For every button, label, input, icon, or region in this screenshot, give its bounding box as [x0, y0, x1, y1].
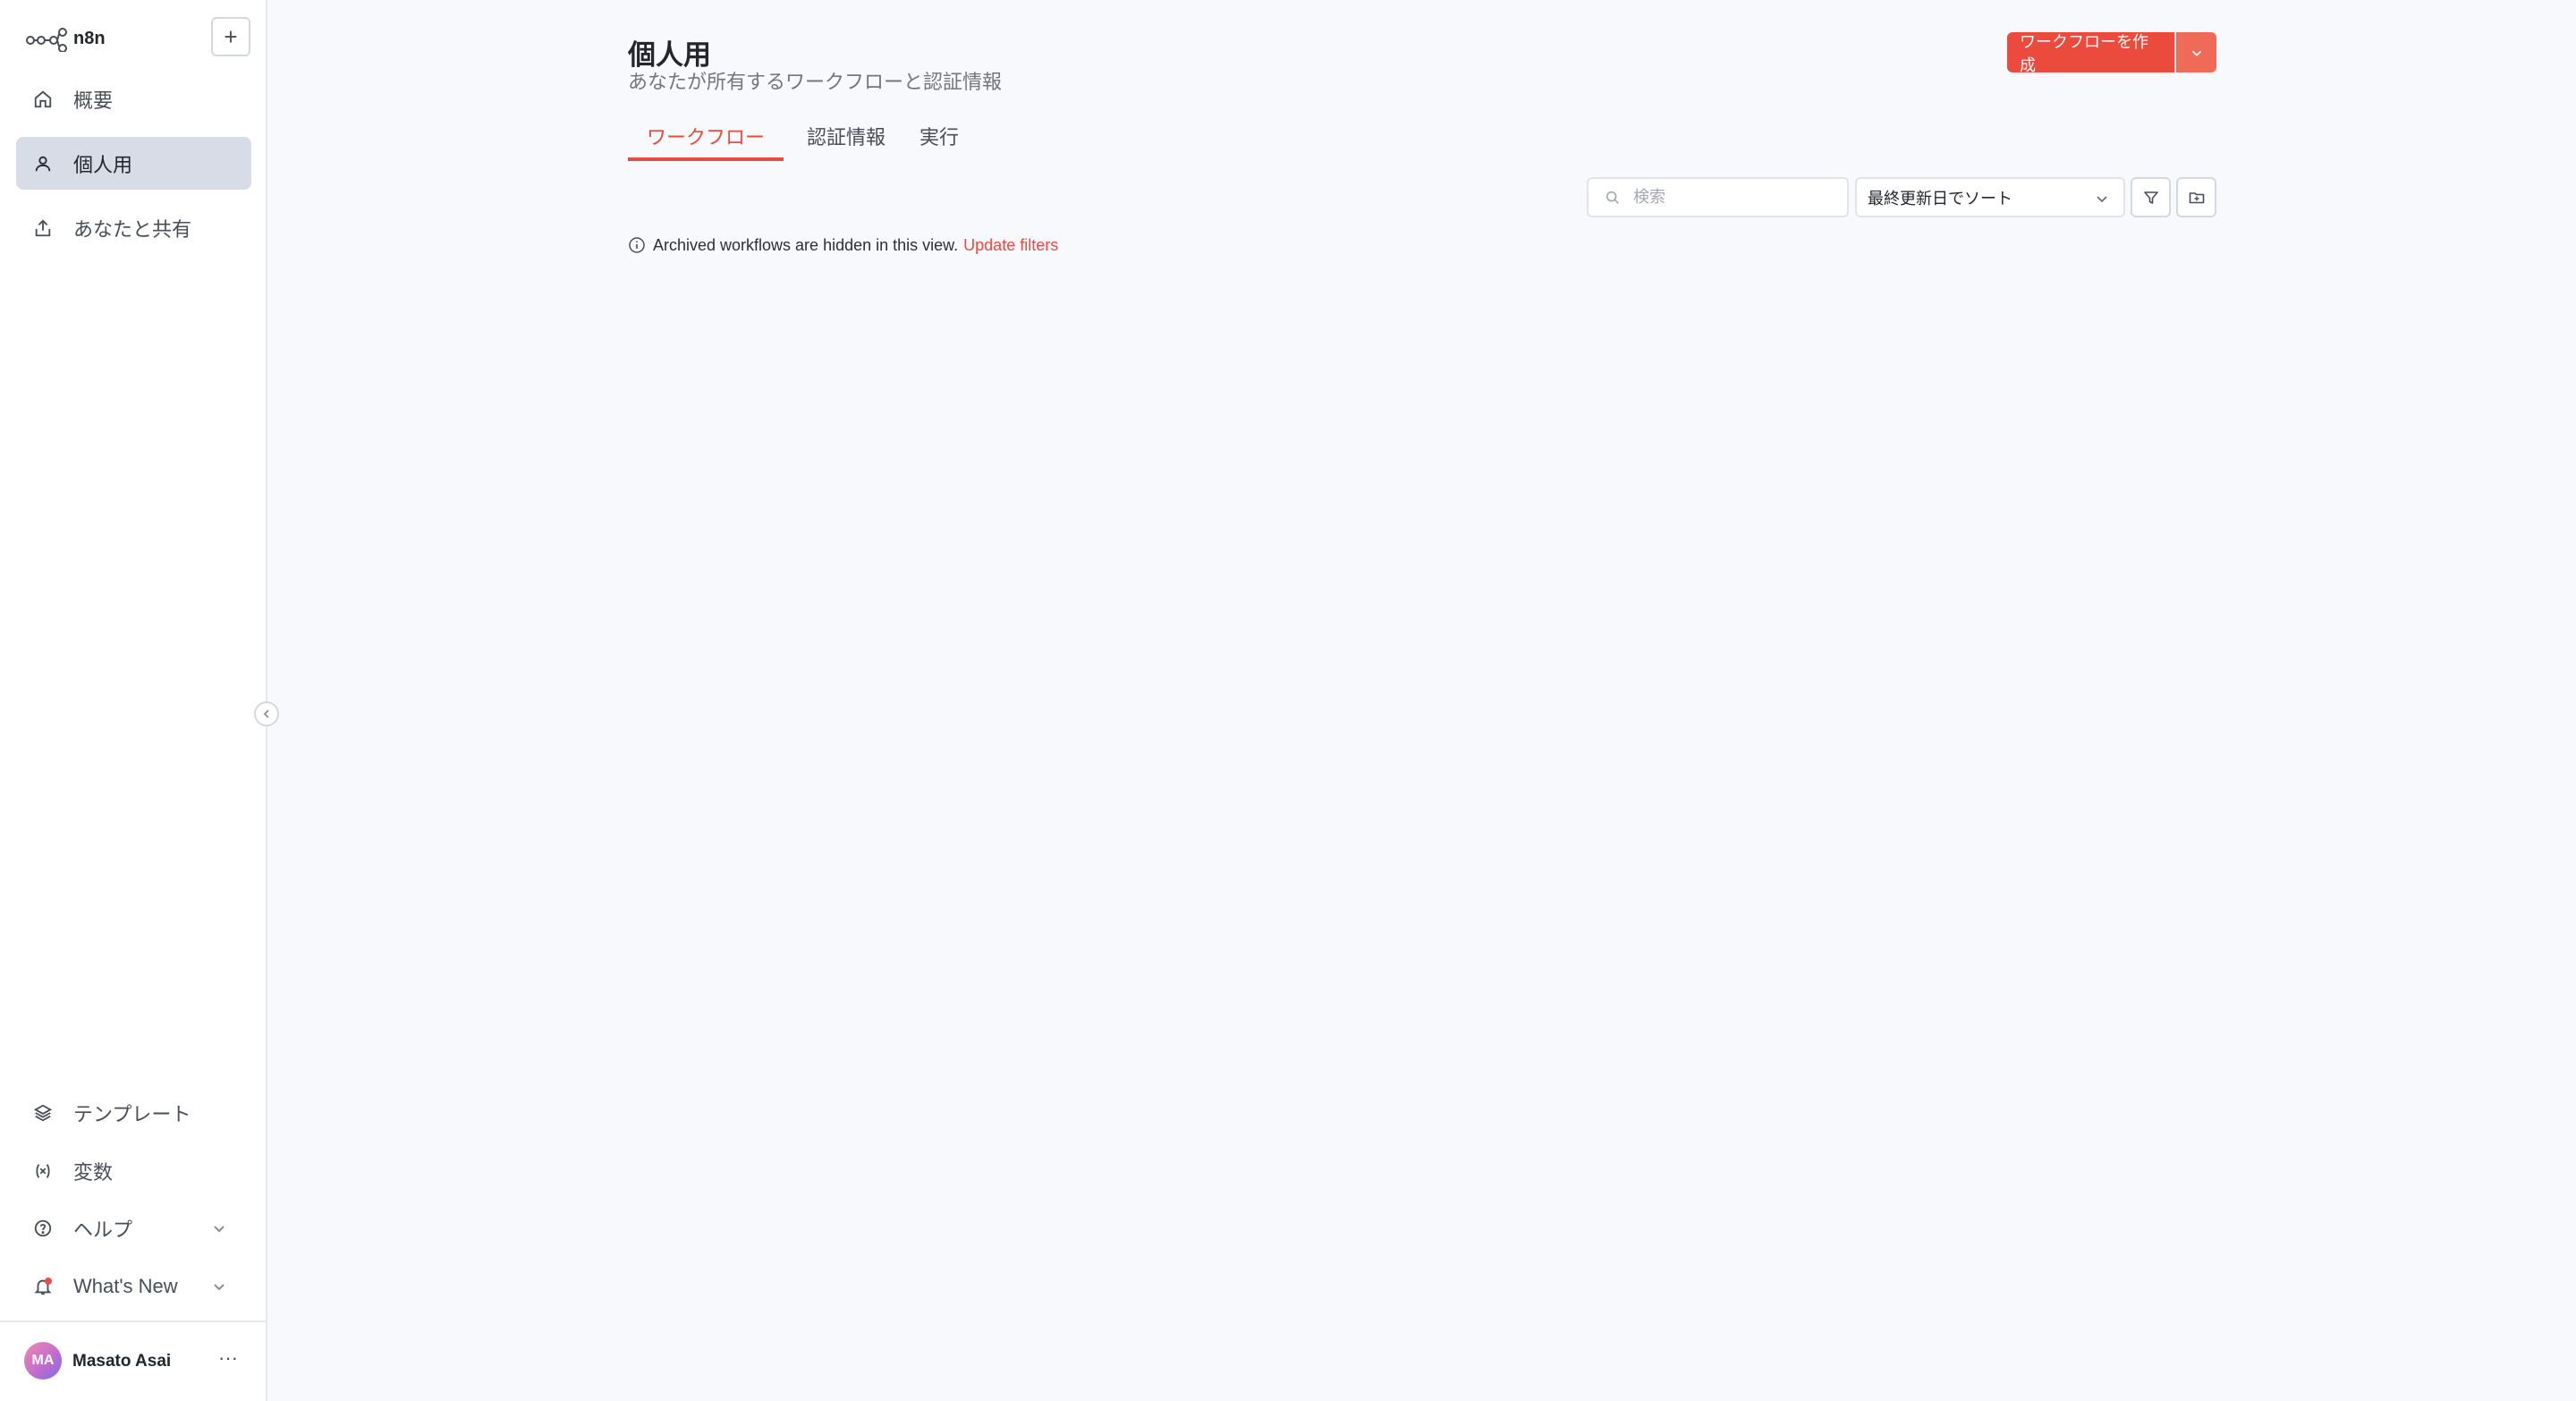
sidebar-item-help[interactable]: ヘルプ [16, 1201, 251, 1254]
chevron-left-icon [263, 709, 269, 718]
chevron-down-icon [2097, 196, 2107, 203]
bell-icon [32, 1276, 54, 1297]
brand-name: n8n [73, 28, 106, 48]
share-icon [32, 217, 54, 239]
archived-notice: Archived workflows are hidden in this vi… [628, 234, 1058, 256]
tab-credentials[interactable]: 認証情報 [803, 122, 889, 161]
sidebar-item-label: 概要 [73, 89, 114, 112]
avatar[interactable]: MA [24, 1342, 62, 1380]
filter-button[interactable] [2131, 177, 2171, 217]
add-button[interactable]: + [211, 17, 250, 56]
chevron-down-icon [214, 1226, 225, 1233]
brand-logo[interactable]: n8n [25, 23, 106, 54]
sidebar-item-label: What's New [73, 1274, 178, 1297]
variables-icon [32, 1160, 54, 1182]
search-icon [1606, 191, 1619, 204]
user-menu-button[interactable]: ··· [215, 1347, 242, 1374]
info-icon [629, 237, 645, 253]
sort-select[interactable]: 最終更新日でソート [1855, 177, 2125, 217]
chevron-down-icon [2191, 50, 2201, 56]
sidebar-item-personal[interactable]: 個人用 [16, 137, 251, 190]
collapse-sidebar-button[interactable] [254, 701, 279, 726]
filter-icon [2143, 191, 2158, 204]
folder-plus-icon [2189, 191, 2204, 203]
sidebar-item-label: 個人用 [73, 153, 133, 176]
user-name: Masato Asai [72, 1352, 172, 1371]
tab-workflows[interactable]: ワークフロー [628, 122, 784, 161]
sidebar-item-label: あなたと共有 [73, 217, 192, 241]
search-field[interactable] [1587, 177, 1849, 217]
sidebar-item-overview[interactable]: 概要 [16, 72, 251, 125]
sidebar-item-label: 変数 [73, 1160, 114, 1184]
page-subtitle: あなたが所有するワークフローと認証情報 [628, 71, 1003, 93]
templates-icon [32, 1102, 54, 1124]
sidebar-item-variables[interactable]: 変数 [16, 1144, 251, 1197]
notification-dot [45, 1277, 52, 1285]
sidebar-item-label: ヘルプ [73, 1218, 133, 1241]
home-icon [32, 89, 54, 110]
sidebar-item-templates[interactable]: テンプレート [16, 1086, 251, 1139]
sort-select-value: 最終更新日でソート [1868, 189, 2012, 208]
help-icon [32, 1218, 54, 1239]
user-section: MA Masato Asai ··· [0, 1320, 266, 1401]
tab-executions[interactable]: 実行 [918, 122, 961, 161]
search-input[interactable] [1633, 188, 1830, 207]
sidebar-item-whats-new[interactable]: What's New [16, 1260, 251, 1312]
new-folder-button[interactable] [2176, 177, 2216, 217]
chevron-down-icon [214, 1284, 225, 1291]
create-options-button[interactable] [2176, 32, 2216, 72]
sidebar: n8n + 概要 個人用 あなたと共有 テンプレート 変数 ヘルプ What's… [0, 0, 267, 1401]
user-icon [32, 153, 54, 174]
n8n-logo-icon [26, 28, 67, 52]
create-workflow-button[interactable]: ワークフローを作成 [2007, 32, 2174, 74]
create-workflow-group: ワークフローを作成 [2007, 32, 2216, 74]
notice-text: Archived workflows are hidden in this vi… [653, 235, 959, 254]
sidebar-item-label: テンプレート [73, 1102, 191, 1125]
update-filters-link[interactable]: Update filters [963, 236, 1058, 255]
sidebar-item-shared[interactable]: あなたと共有 [16, 201, 251, 254]
